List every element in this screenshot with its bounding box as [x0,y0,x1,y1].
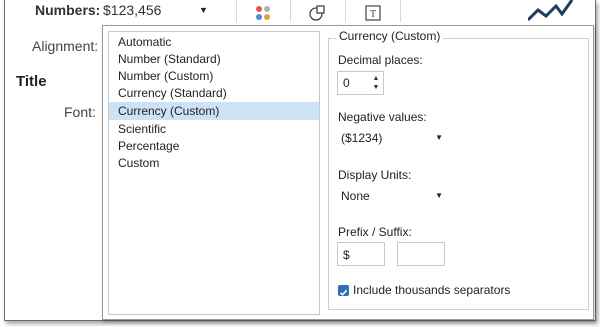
decimal-places-label: Decimal places: [338,53,423,67]
suffix-input[interactable] [397,242,445,266]
thousands-separator-label[interactable]: Include thousands separators [353,283,510,297]
prefix-suffix-label: Prefix / Suffix: [338,225,412,239]
negative-values-label: Negative values: [338,110,427,124]
negative-values-select[interactable]: ($1234) ▼ [337,127,449,149]
stepper-arrows-icon[interactable]: ▲ ▼ [371,74,381,92]
list-item-custom[interactable]: Custom [109,154,319,172]
format-list: Automatic Number (Standard) Number (Cust… [108,31,320,315]
toolbar-divider [345,0,346,22]
numbers-label: Numbers: [35,2,101,18]
chevron-down-icon[interactable]: ▼ [435,133,443,142]
prefix-input[interactable]: $ [337,242,385,266]
list-item-currency-standard[interactable]: Currency (Standard) [109,84,319,102]
color-dots-icon[interactable] [252,4,274,22]
prefix-value[interactable]: $ [343,248,350,262]
checkmark-icon [339,289,348,296]
list-item-percentage[interactable]: Percentage [109,137,319,155]
chevron-down-icon[interactable]: ▼ [435,191,443,200]
toolbar-divider [290,0,291,22]
shapes-icon[interactable] [306,4,328,22]
display-units-select[interactable]: None ▼ [337,185,449,207]
numbers-format-dropdown[interactable]: $123,456 [103,2,161,18]
sparkline-icon [528,0,574,22]
text-icon[interactable]: T [362,4,384,22]
chevron-down-icon[interactable]: ▼ [199,5,208,15]
decimal-places-stepper[interactable]: 0 ▲ ▼ [337,71,384,95]
alignment-label: Alignment: [32,38,99,54]
list-item-scientific[interactable]: Scientific [109,120,319,138]
svg-text:T: T [370,9,376,20]
settings-panel-title: Currency (Custom) [336,29,444,43]
decimal-places-value[interactable]: 0 [343,76,350,90]
display-units-label: Display Units: [338,168,412,182]
title-section-label: Title [16,73,47,90]
font-label: Font: [64,104,96,120]
negative-values-value[interactable]: ($1234) [341,131,382,145]
list-item-automatic[interactable]: Automatic [109,33,319,51]
display-units-value[interactable]: None [341,189,370,203]
toolbar-divider [236,0,237,22]
list-item-number-standard[interactable]: Number (Standard) [109,50,319,68]
toolbar-divider [400,0,401,22]
list-item-number-custom[interactable]: Number (Custom) [109,67,319,85]
list-item-currency-custom[interactable]: Currency (Custom) [109,102,319,120]
thousands-separator-checkbox[interactable] [338,285,349,296]
